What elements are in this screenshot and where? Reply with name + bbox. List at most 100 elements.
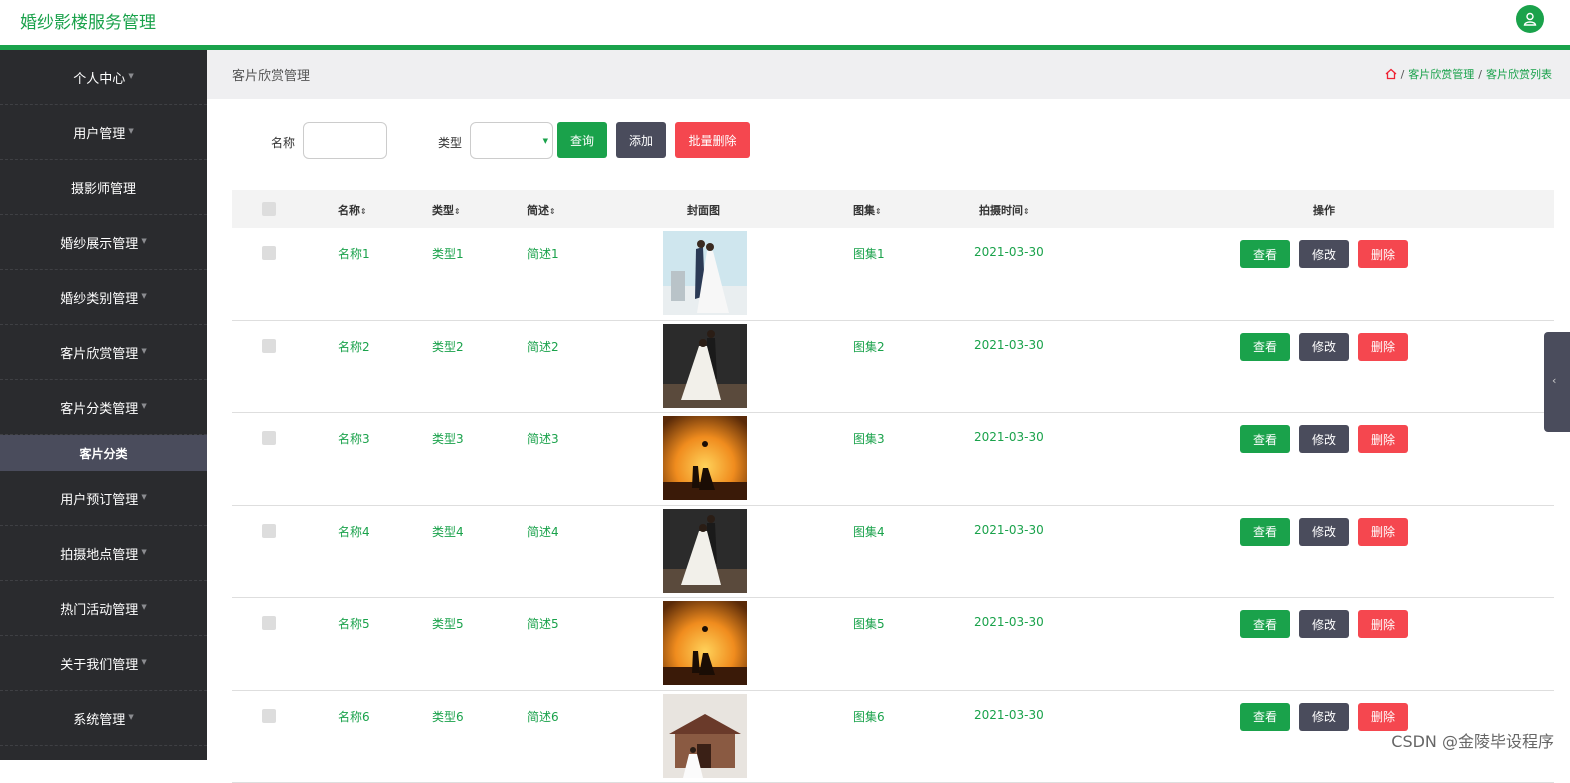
view-button[interactable]: 查看 [1240,240,1290,268]
row-checkbox[interactable] [262,431,276,445]
row-checkbox[interactable] [262,339,276,353]
cell-gallery: 图集6 [853,708,885,725]
sidebar-item[interactable]: 用户预订管理▼ [0,471,207,526]
sidebar-item[interactable]: 客片欣赏管理▼ [0,325,207,380]
edit-button[interactable]: 修改 [1299,425,1349,453]
sidebar-item[interactable]: 婚纱类别管理▼ [0,270,207,325]
column-header-type[interactable]: 类型⇕ [432,202,461,218]
data-table: 名称⇕ 类型⇕ 简述⇕ 封面图 图集⇕ 拍摄时间⇕ 操作 名称1类型1简述1图集… [232,190,1554,783]
sidebar-item-label: 系统管理 [73,709,125,728]
row-checkbox[interactable] [262,524,276,538]
name-input[interactable] [303,122,387,159]
cell-type: 类型5 [432,615,464,632]
sidebar-item[interactable]: 个人中心▼ [0,50,207,105]
edit-button[interactable]: 修改 [1299,518,1349,546]
column-header-desc[interactable]: 简述⇕ [527,202,556,218]
cell-time: 2021-03-30 [974,338,1044,352]
type-label: 类型 [438,134,462,151]
row-checkbox[interactable] [262,246,276,260]
edit-button[interactable]: 修改 [1299,333,1349,361]
cell-name: 名称5 [338,615,370,632]
cell-type: 类型1 [432,245,464,262]
page-title: 客片欣赏管理 [232,65,310,84]
delete-button[interactable]: 删除 [1358,425,1408,453]
row-checkbox[interactable] [262,709,276,723]
sidebar-item-label: 婚纱类别管理 [60,288,138,307]
row-checkbox[interactable] [262,616,276,630]
cover-image[interactable] [663,231,747,315]
home-icon[interactable] [1385,68,1397,80]
cell-gallery: 图集5 [853,615,885,632]
user-avatar-icon[interactable] [1516,5,1544,33]
edit-button[interactable]: 修改 [1299,240,1349,268]
table-row: 名称2类型2简述2图集22021-03-30查看修改删除 [232,321,1554,414]
column-header-name[interactable]: 名称⇕ [338,202,367,218]
chevron-down-icon: ▼ [141,548,146,556]
cover-image[interactable] [663,601,747,685]
table-row: 名称4类型4简述4图集42021-03-30查看修改删除 [232,506,1554,599]
sidebar-item[interactable]: 系统管理▼ [0,691,207,746]
cell-name: 名称4 [338,523,370,540]
view-button[interactable]: 查看 [1240,333,1290,361]
delete-button[interactable]: 删除 [1358,703,1408,731]
chevron-down-icon: ▼ [141,603,146,611]
table-row: 名称3类型3简述3图集32021-03-30查看修改删除 [232,413,1554,506]
app-title: 婚纱影楼服务管理 [20,8,156,33]
view-button[interactable]: 查看 [1240,703,1290,731]
cell-name: 名称6 [338,708,370,725]
cover-image[interactable] [663,694,747,778]
sidebar-item[interactable]: 客片分类管理▼ [0,380,207,435]
breadcrumb-item-list: 客片欣赏列表 [1486,66,1552,82]
name-label: 名称 [271,134,295,151]
sidebar-item-label: 客片分类管理 [60,398,138,417]
sidebar-item[interactable]: 摄影师管理 [0,160,207,215]
chevron-down-icon: ▼ [141,347,146,355]
breadcrumb-item-management[interactable]: 客片欣赏管理 [1408,66,1474,82]
cell-name: 名称2 [338,338,370,355]
sidebar-item-label: 用户预订管理 [60,489,138,508]
cell-time: 2021-03-30 [974,523,1044,537]
table-header: 名称⇕ 类型⇕ 简述⇕ 封面图 图集⇕ 拍摄时间⇕ 操作 [232,190,1554,228]
cell-desc: 简述2 [527,338,559,355]
sidebar-item[interactable]: 用户管理▼ [0,105,207,160]
add-button[interactable]: 添加 [616,122,666,158]
sidebar-item-label: 个人中心 [73,68,125,87]
sidebar-item[interactable]: 关于我们管理▼ [0,636,207,691]
cover-image[interactable] [663,509,747,593]
cell-time: 2021-03-30 [974,708,1044,722]
column-header-gallery[interactable]: 图集⇕ [853,202,882,218]
view-button[interactable]: 查看 [1240,610,1290,638]
delete-button[interactable]: 删除 [1358,240,1408,268]
select-all-checkbox[interactable] [262,202,276,216]
top-header: 婚纱影楼服务管理 [0,0,1570,45]
cover-image[interactable] [663,416,747,500]
batch-delete-button[interactable]: 批量删除 [675,122,750,158]
collapse-handle[interactable]: ‹ [1544,332,1570,432]
edit-button[interactable]: 修改 [1299,610,1349,638]
cell-gallery: 图集2 [853,338,885,355]
sidebar-item[interactable]: 热门活动管理▼ [0,581,207,636]
delete-button[interactable]: 删除 [1358,610,1408,638]
sidebar-item-label: 关于我们管理 [60,654,138,673]
chevron-down-icon: ▼ [128,713,133,721]
sidebar-subitem-client-category[interactable]: 客片分类 [0,435,207,471]
edit-button[interactable]: 修改 [1299,703,1349,731]
cover-image[interactable] [663,324,747,408]
sidebar-item[interactable]: 拍摄地点管理▼ [0,526,207,581]
cell-name: 名称3 [338,430,370,447]
chevron-down-icon: ▼ [141,658,146,666]
view-button[interactable]: 查看 [1240,518,1290,546]
chevron-down-icon: ▼ [141,493,146,501]
breadcrumb-bar: 客片欣赏管理 / 客片欣赏管理 / 客片欣赏列表 [207,50,1570,99]
sidebar-item[interactable]: 婚纱展示管理▼ [0,215,207,270]
column-header-cover: 封面图 [687,202,720,218]
type-select[interactable]: ▼ [470,122,553,159]
query-button[interactable]: 查询 [557,122,607,158]
delete-button[interactable]: 删除 [1358,518,1408,546]
cell-time: 2021-03-30 [974,615,1044,629]
cell-desc: 简述3 [527,430,559,447]
chevron-down-icon: ▼ [543,137,548,145]
delete-button[interactable]: 删除 [1358,333,1408,361]
column-header-time[interactable]: 拍摄时间⇕ [979,202,1030,218]
view-button[interactable]: 查看 [1240,425,1290,453]
